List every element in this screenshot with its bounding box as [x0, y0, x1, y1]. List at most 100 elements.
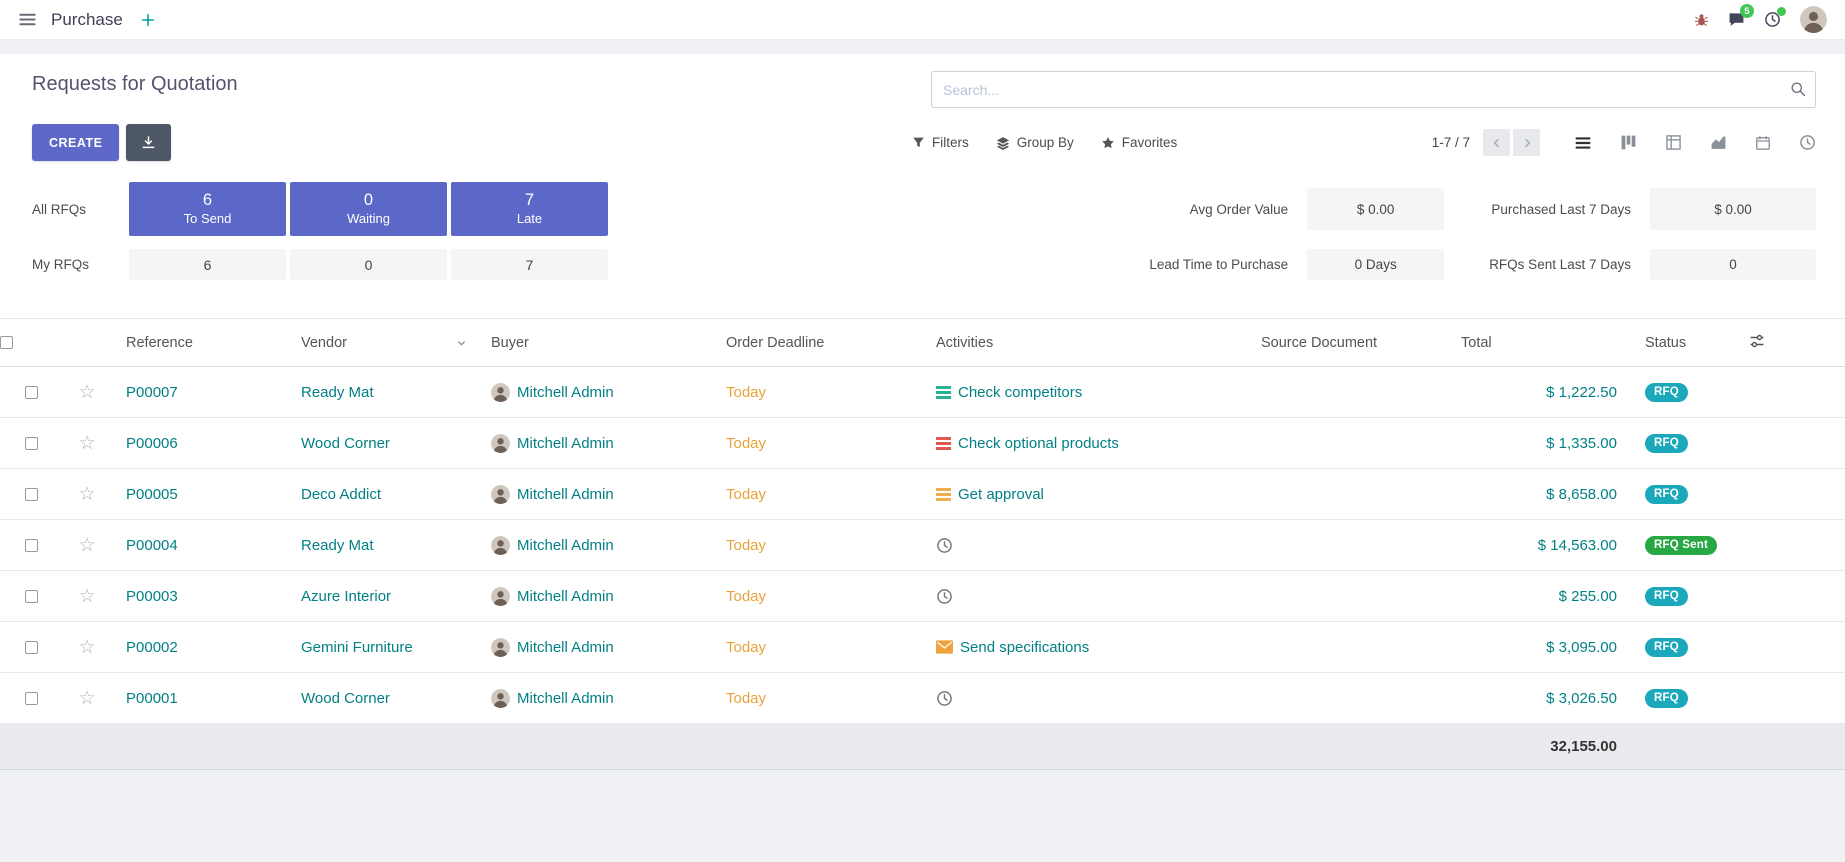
stat-value: $ 0.00 — [1650, 188, 1816, 230]
view-calendar-button[interactable] — [1755, 135, 1771, 151]
favorite-star-icon[interactable] — [78, 382, 95, 403]
vendor-link[interactable]: Gemini Furniture — [301, 639, 413, 656]
buyer-link[interactable]: Mitchell Admin — [517, 639, 614, 656]
view-activity-button[interactable] — [1799, 134, 1816, 151]
activity-link[interactable]: Get approval — [958, 486, 1044, 503]
buyer-link[interactable]: Mitchell Admin — [517, 486, 614, 503]
plus-icon[interactable] — [141, 13, 155, 27]
column-header-activities[interactable]: Activities — [922, 319, 1247, 367]
activity-link[interactable]: Check competitors — [958, 384, 1082, 401]
favorites-button[interactable]: Favorites — [1101, 135, 1178, 150]
vendor-link[interactable]: Ready Mat — [301, 384, 374, 401]
total-amount: $ 8,658.00 — [1546, 486, 1617, 503]
activity-cell[interactable] — [936, 690, 1233, 707]
pager-previous-button[interactable] — [1483, 129, 1510, 156]
reference-link[interactable]: P00002 — [126, 639, 178, 656]
buyer-link[interactable]: Mitchell Admin — [517, 690, 614, 707]
activity-cell[interactable]: Check optional products — [936, 435, 1233, 452]
table-row[interactable]: P00006 Wood Corner Mitchell Admin Today … — [0, 418, 1845, 469]
column-header-total[interactable]: Total — [1447, 319, 1631, 367]
my-rfq-tile[interactable]: 6 — [129, 249, 286, 280]
vendor-link[interactable]: Wood Corner — [301, 435, 390, 452]
activity-cell[interactable] — [936, 537, 1233, 554]
column-header-vendor[interactable]: Vendor — [287, 319, 477, 367]
view-pivot-button[interactable] — [1665, 134, 1682, 151]
select-all-checkbox[interactable] — [0, 336, 13, 349]
row-checkbox[interactable] — [25, 692, 38, 705]
rfq-dashboard-tile[interactable]: 7 Late — [451, 182, 608, 236]
column-header-buyer[interactable]: Buyer — [477, 319, 712, 367]
favorite-star-icon[interactable] — [78, 637, 95, 658]
view-kanban-button[interactable] — [1620, 134, 1637, 151]
purchase-dashboard: All RFQs My RFQs 6 To Send 0 Waiting 7 L… — [0, 182, 1845, 280]
order-deadline-text: Today — [726, 639, 766, 656]
reference-link[interactable]: P00001 — [126, 690, 178, 707]
control-panel: Requests for Quotation CREATE Filters — [0, 54, 1845, 182]
reference-link[interactable]: P00003 — [126, 588, 178, 605]
bug-icon[interactable] — [1694, 12, 1709, 27]
stat-label: Lead Time to Purchase — [1149, 257, 1288, 272]
order-deadline-text: Today — [726, 384, 766, 401]
search-icon[interactable] — [1790, 81, 1806, 97]
buyer-link[interactable]: Mitchell Admin — [517, 588, 614, 605]
buyer-link[interactable]: Mitchell Admin — [517, 537, 614, 554]
favorite-star-icon[interactable] — [78, 586, 95, 607]
table-row[interactable]: P00007 Ready Mat Mitchell Admin Today Ch… — [0, 367, 1845, 418]
row-checkbox[interactable] — [25, 641, 38, 654]
export-button[interactable] — [126, 124, 171, 161]
app-menu-button[interactable]: Purchase — [51, 10, 123, 30]
favorite-star-icon[interactable] — [78, 433, 95, 454]
messages-button[interactable]: 5 — [1728, 11, 1745, 28]
table-row[interactable]: P00002 Gemini Furniture Mitchell Admin T… — [0, 622, 1845, 673]
vendor-link[interactable]: Wood Corner — [301, 690, 390, 707]
user-avatar[interactable] — [1800, 6, 1827, 33]
activity-cell[interactable]: Check competitors — [936, 384, 1233, 401]
table-row[interactable]: P00004 Ready Mat Mitchell Admin Today $ … — [0, 520, 1845, 571]
row-checkbox[interactable] — [25, 437, 38, 450]
reference-link[interactable]: P00006 — [126, 435, 178, 452]
pager-next-button[interactable] — [1513, 129, 1540, 156]
buyer-link[interactable]: Mitchell Admin — [517, 435, 614, 452]
row-checkbox[interactable] — [25, 590, 38, 603]
reference-link[interactable]: P00007 — [126, 384, 178, 401]
reference-link[interactable]: P00005 — [126, 486, 178, 503]
activities-button[interactable] — [1764, 11, 1781, 28]
group-by-button[interactable]: Group By — [996, 135, 1074, 150]
view-list-button[interactable] — [1574, 134, 1592, 152]
vendor-link[interactable]: Azure Interior — [301, 588, 391, 605]
favorite-star-icon[interactable] — [78, 484, 95, 505]
column-header-reference[interactable]: Reference — [112, 319, 287, 367]
vendor-link[interactable]: Deco Addict — [301, 486, 381, 503]
favorite-star-icon[interactable] — [78, 688, 95, 709]
row-checkbox[interactable] — [25, 539, 38, 552]
vendor-link[interactable]: Ready Mat — [301, 537, 374, 554]
activity-link[interactable]: Send specifications — [960, 639, 1089, 656]
rfq-dashboard-tile[interactable]: 6 To Send — [129, 182, 286, 236]
activity-cell[interactable]: Get approval — [936, 486, 1233, 503]
reference-link[interactable]: P00004 — [126, 537, 178, 554]
rfq-dashboard-tile[interactable]: 0 Waiting — [290, 182, 447, 236]
create-button[interactable]: CREATE — [32, 124, 119, 161]
filters-button[interactable]: Filters — [912, 135, 969, 150]
menu-icon[interactable] — [18, 10, 37, 29]
my-rfq-tile[interactable]: 0 — [290, 249, 447, 280]
table-row[interactable]: P00005 Deco Addict Mitchell Admin Today … — [0, 469, 1845, 520]
column-header-order-deadline[interactable]: Order Deadline — [712, 319, 922, 367]
row-checkbox[interactable] — [25, 488, 38, 501]
favorite-star-icon[interactable] — [78, 535, 95, 556]
table-row[interactable]: P00001 Wood Corner Mitchell Admin Today … — [0, 673, 1845, 724]
my-rfq-tile[interactable]: 7 — [451, 249, 608, 280]
pager-value[interactable]: 1-7 / 7 — [1432, 135, 1470, 150]
activity-cell[interactable]: Send specifications — [936, 639, 1233, 656]
view-graph-button[interactable] — [1710, 134, 1727, 151]
row-checkbox[interactable] — [25, 386, 38, 399]
column-header-status[interactable]: Status — [1631, 319, 1749, 367]
activity-icon — [936, 690, 953, 707]
buyer-link[interactable]: Mitchell Admin — [517, 384, 614, 401]
activity-cell[interactable] — [936, 588, 1233, 605]
optional-columns-icon[interactable] — [1749, 333, 1765, 349]
table-row[interactable]: P00003 Azure Interior Mitchell Admin Tod… — [0, 571, 1845, 622]
column-header-source-document[interactable]: Source Document — [1247, 319, 1447, 367]
activity-link[interactable]: Check optional products — [958, 435, 1119, 452]
search-input[interactable] — [931, 71, 1816, 108]
